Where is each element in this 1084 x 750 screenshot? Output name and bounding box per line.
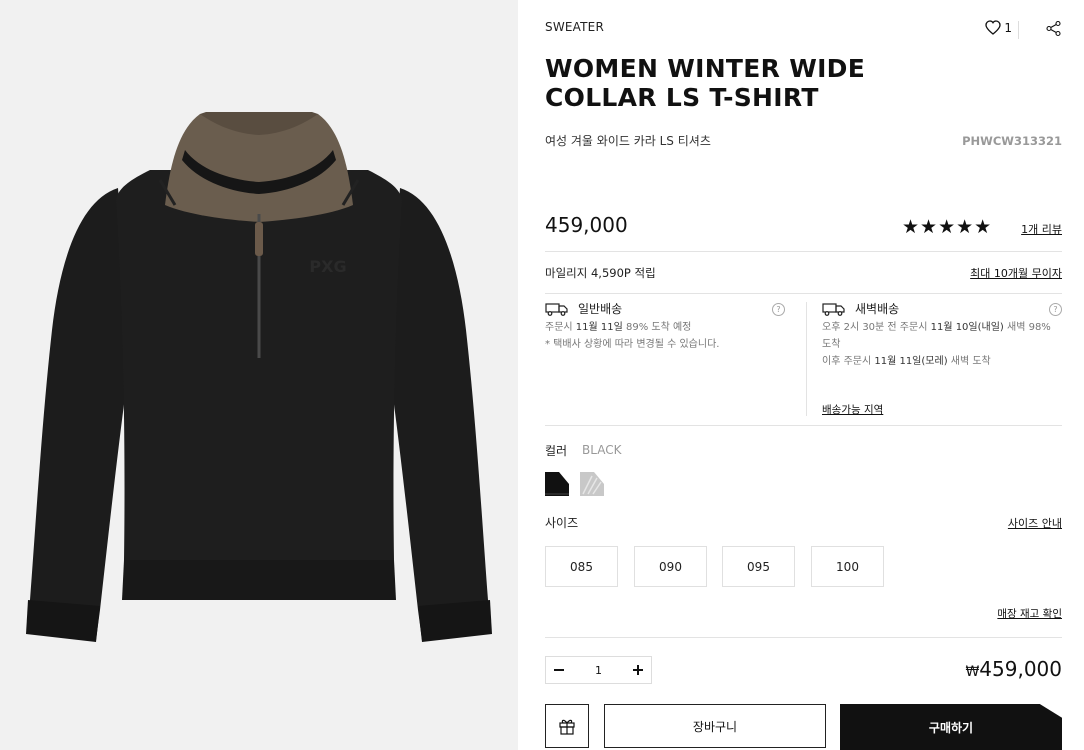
mileage-text: 마일리지 4,590P 적립 [545,266,656,280]
total-price: ₩459,000 [965,657,1062,681]
dawn-truck-icon [822,302,845,316]
size-option-100[interactable]: 100 [811,546,884,587]
help-icon[interactable]: ? [1049,303,1062,316]
dawn-line1-suffix: 새벽 98% [1003,322,1051,333]
product-title: WOMEN WINTER WIDE COLLAR LS T-SHIRT [545,54,865,112]
product-code: PHWCW313321 [962,134,1062,148]
gift-icon [559,719,575,735]
decrease-button[interactable] [546,657,572,683]
add-to-cart-button[interactable]: 장바구니 [604,704,826,748]
product-price: 459,000 [545,213,628,237]
title-line-1: WOMEN WINTER WIDE [545,54,866,83]
standard-line1-prefix: 주문시 [545,322,576,333]
quantity-stepper: 1 [545,656,652,684]
review-link[interactable]: 1개 리뷰 [1021,221,1062,237]
size-option-095[interactable]: 095 [722,546,795,587]
standard-date: 11월 11일 [575,322,623,333]
increase-button[interactable] [625,657,651,683]
divider [806,302,807,416]
help-icon[interactable]: ? [772,303,785,316]
standard-notice: * 택배사 상황에 따라 변경될 수 있습니다. [545,339,720,350]
swatch-gray-shape [580,472,604,496]
title-line-2: COLLAR LS T-SHIRT [545,83,819,112]
dawn-line2: 도착 [822,339,841,350]
quantity-value[interactable]: 1 [595,664,602,677]
like-button[interactable]: 1 [985,20,1012,35]
share-button[interactable] [1045,20,1062,41]
product-image: PXG [0,0,518,750]
divider [1018,21,1019,39]
standard-line1-suffix: 89% 도착 예정 [622,322,692,333]
color-swatch-gray[interactable] [580,472,604,496]
rating-stars: ★★★★★ [902,216,993,238]
standard-shipping-title: 일반배송 [578,302,623,316]
installment-link[interactable]: 최대 10개월 무이자 [970,265,1062,281]
size-guide-link[interactable]: 사이즈 안내 [1008,515,1062,531]
swatch-black-shape [545,472,569,496]
minus-icon [554,669,564,671]
store-stock-link[interactable]: 매장 재고 확인 [997,606,1062,621]
color-swatch-black[interactable] [545,472,569,496]
size-label: 사이즈 [545,516,579,530]
gift-button[interactable] [545,704,589,748]
dawn-date-2: 11월 11일(모레) [874,356,948,367]
buy-now-button[interactable]: 구매하기 [840,704,1062,750]
selected-color: BLACK [582,443,622,457]
dawn-shipping-title: 새벽배송 [855,302,900,316]
pxg-logo: PXG [309,257,346,276]
standard-shipping: 일반배송 주문시 11월 11일 89% 도착 예정 * 택배사 상황에 따라 … [545,300,790,353]
product-subtitle: 여성 겨울 와이드 카라 LS 티셔츠 [545,134,711,148]
dawn-line3-suffix: 새벽 도착 [947,356,991,367]
currency-symbol: ₩ [965,664,980,680]
delivery-region-link[interactable]: 배송가능 지역 [822,402,883,417]
divider [545,425,1062,426]
total-amount: 459,000 [979,657,1062,681]
share-icon [1046,20,1061,37]
color-label: 컬러 [545,444,568,458]
dawn-shipping: 새벽배송 오후 2시 30분 전 주문시 11월 10일(내일) 새벽 98% … [822,300,1062,370]
divider [545,251,1062,252]
product-info: SWEATER 1 WOMEN WINTER WIDE COLLAR LS T-… [545,0,1062,750]
category-label: SWEATER [545,20,604,34]
divider [545,637,1062,638]
size-option-085[interactable]: 085 [545,546,618,587]
dawn-line1-prefix: 오후 2시 30분 전 주문시 [822,322,931,333]
like-count: 1 [1004,20,1012,35]
dawn-date: 11월 10일(내일) [930,322,1004,333]
sweater-illustration: PXG [26,112,492,642]
divider [545,293,1062,294]
dawn-line3-prefix: 이후 주문시 [822,356,875,367]
heart-icon [985,20,1002,35]
plus-icon [633,665,643,675]
size-option-090[interactable]: 090 [634,546,707,587]
truck-icon [545,302,568,316]
